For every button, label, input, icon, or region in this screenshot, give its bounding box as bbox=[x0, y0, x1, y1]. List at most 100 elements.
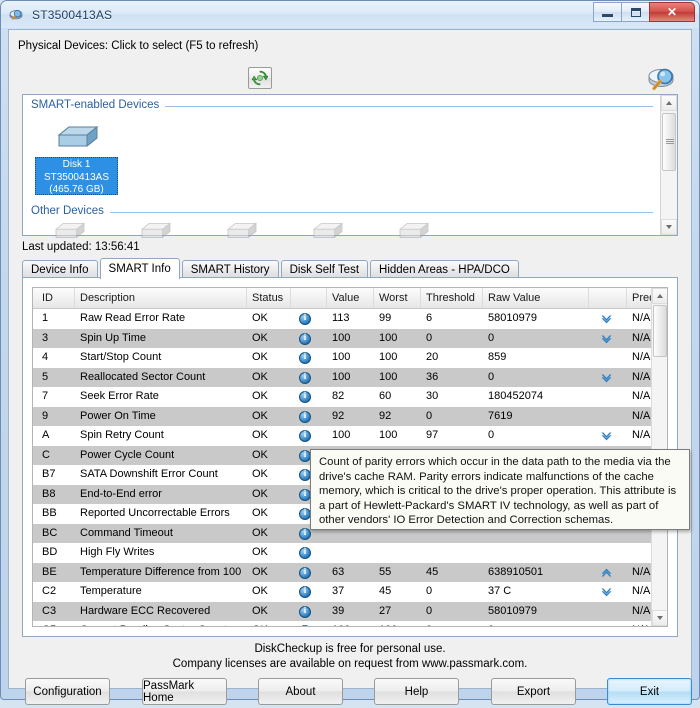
cell-raw-value bbox=[483, 543, 589, 563]
table-row[interactable]: BE Temperature Difference from 100 OK 63 55 4… bbox=[33, 562, 667, 582]
exit-button[interactable]: Exit bbox=[607, 678, 692, 705]
column-header-raw-value[interactable]: Raw Value bbox=[483, 288, 589, 308]
info-icon[interactable] bbox=[299, 585, 311, 598]
table-row[interactable]: 3Spin Up TimeOK10010000N/A bbox=[33, 328, 667, 348]
column-header-threshold[interactable]: Threshold bbox=[421, 288, 483, 308]
cell-status: OK bbox=[252, 604, 268, 617]
column-header[interactable] bbox=[589, 288, 627, 308]
column-header-status[interactable]: Status bbox=[247, 288, 291, 308]
device-item-disk1[interactable]: Disk 1 ST3500413AS (465.76 GB) bbox=[35, 157, 118, 195]
info-icon[interactable] bbox=[299, 429, 311, 442]
tab-label: SMART Info bbox=[108, 263, 171, 275]
grid-scroll-up-button[interactable] bbox=[652, 288, 667, 304]
info-icon[interactable] bbox=[299, 410, 311, 423]
cell-description: End-to-End error bbox=[80, 487, 162, 500]
table-row[interactable]: 5Reallocated Sector CountOK100100360N/A bbox=[33, 367, 667, 387]
info-icon[interactable] bbox=[299, 605, 311, 618]
grid-scroll-down-button[interactable] bbox=[652, 610, 667, 626]
cell-value: 63 bbox=[332, 565, 345, 578]
export-button[interactable]: Export bbox=[491, 678, 576, 705]
refresh-button[interactable] bbox=[248, 67, 272, 89]
cell-id: 5 bbox=[42, 370, 49, 383]
cell-description: Spin Up Time bbox=[80, 331, 147, 344]
cell-description: Current Pending Sector Count bbox=[75, 621, 247, 626]
info-icon[interactable] bbox=[299, 371, 311, 384]
column-header-id[interactable]: ID bbox=[37, 288, 75, 308]
scroll-up-button[interactable] bbox=[661, 95, 677, 111]
cell-worst: 100 bbox=[379, 370, 398, 383]
table-row[interactable]: ASpin Retry CountOK100100970N/A bbox=[33, 426, 667, 446]
info-icon[interactable] bbox=[299, 332, 311, 345]
column-header-worst[interactable]: Worst bbox=[374, 288, 421, 308]
column-header-description[interactable]: Description bbox=[75, 288, 247, 308]
trend-down-icon bbox=[600, 430, 613, 442]
cell-description: Power On Time bbox=[80, 409, 156, 422]
button-label: About bbox=[285, 685, 316, 698]
scroll-down-button[interactable] bbox=[661, 219, 677, 235]
other-disk-icon[interactable] bbox=[53, 219, 87, 241]
table-row[interactable]: C5Current Pending Sector CountOK10010000… bbox=[33, 621, 667, 626]
cell-threshold: 0 bbox=[426, 585, 433, 597]
info-icon[interactable] bbox=[299, 546, 311, 559]
table-row[interactable]: 4Start/Stop CountOK10010020859N/A bbox=[33, 348, 667, 368]
cell-description: Power Cycle Count bbox=[80, 448, 175, 461]
info-icon[interactable] bbox=[299, 566, 311, 579]
table-row[interactable]: BD High Fly Writes OK bbox=[33, 543, 667, 563]
info-icon[interactable] bbox=[299, 351, 311, 364]
cell-id: BD bbox=[42, 546, 58, 558]
cell-id: A bbox=[42, 429, 50, 441]
footer-line-2: Company licenses are available on reques… bbox=[172, 658, 528, 670]
table-row[interactable]: 1Raw Read Error RateOK11399658010979N/A bbox=[33, 309, 667, 329]
other-disk-icon[interactable] bbox=[225, 219, 259, 241]
other-disk-icon[interactable] bbox=[139, 219, 173, 241]
info-icon[interactable] bbox=[299, 390, 311, 403]
other-disk-icon[interactable] bbox=[397, 219, 431, 241]
info-icon[interactable] bbox=[299, 312, 311, 325]
last-updated-value: 13:56:41 bbox=[94, 241, 140, 253]
cell-value: 113 bbox=[332, 312, 350, 324]
device-list-scrollbar[interactable] bbox=[660, 95, 677, 235]
tab-smart-history[interactable]: SMART History bbox=[181, 260, 279, 278]
disk-search-icon[interactable] bbox=[645, 64, 681, 94]
cell-worst: 92 bbox=[379, 409, 392, 422]
passmark-home-button[interactable]: PassMark Home bbox=[142, 678, 227, 705]
minimize-button[interactable] bbox=[593, 2, 622, 22]
table-row[interactable]: 7Seek Error RateOK826030180452074N/A bbox=[33, 387, 667, 407]
tab-device-info[interactable]: Device Info bbox=[22, 260, 98, 278]
table-row[interactable]: 9Power On TimeOK929207619N/A bbox=[33, 406, 667, 426]
button-label: Exit bbox=[639, 685, 660, 698]
grid-scrollbar-thumb[interactable] bbox=[653, 305, 667, 357]
table-row[interactable]: C2TemperatureOK3745037 CN/A bbox=[33, 582, 667, 602]
about-button[interactable]: About bbox=[258, 678, 343, 705]
disk-icon[interactable] bbox=[55, 121, 99, 148]
help-button[interactable]: Help bbox=[374, 678, 459, 705]
tab-disk-self-test[interactable]: Disk Self Test bbox=[280, 260, 369, 278]
tab-smart-info[interactable]: SMART Info bbox=[99, 258, 180, 279]
info-icon[interactable] bbox=[299, 624, 311, 626]
cell-description: Seek Error Rate bbox=[80, 390, 159, 402]
scrollbar-thumb[interactable] bbox=[662, 113, 676, 171]
tab-hidden-areas-hpa-dco[interactable]: Hidden Areas - HPA/DCO bbox=[370, 260, 519, 278]
refresh-icon bbox=[252, 70, 268, 86]
cell-status: OK bbox=[252, 331, 268, 344]
disk-magnifier-icon bbox=[8, 6, 26, 24]
grip-icon bbox=[666, 139, 674, 145]
other-disk-icon[interactable] bbox=[311, 219, 345, 241]
cell-status: OK bbox=[252, 448, 268, 461]
cell-description: Reported Uncorrectable Errors bbox=[80, 507, 230, 519]
title-bar: ST3500413AS ✕ bbox=[1, 1, 699, 28]
close-button[interactable]: ✕ bbox=[649, 2, 695, 22]
cell-raw-value: 0 bbox=[488, 429, 495, 441]
cell-worst: 100 bbox=[379, 429, 398, 441]
cell-id: 3 bbox=[42, 331, 49, 344]
cell-raw-value: 638910501 bbox=[488, 565, 544, 578]
cell-value: 100 bbox=[332, 370, 351, 383]
column-header-value[interactable]: Value bbox=[327, 288, 374, 308]
trend-down-icon bbox=[600, 313, 613, 325]
cell-description: High Fly Writes bbox=[80, 546, 155, 558]
column-header[interactable] bbox=[291, 288, 327, 308]
application-window: ST3500413AS ✕ Physical Devices: Click to… bbox=[0, 0, 700, 705]
configuration-button[interactable]: Configuration bbox=[25, 678, 110, 705]
table-row[interactable]: C3Hardware ECC RecoveredOK3927058010979N… bbox=[33, 601, 667, 621]
maximize-button[interactable] bbox=[621, 2, 650, 22]
